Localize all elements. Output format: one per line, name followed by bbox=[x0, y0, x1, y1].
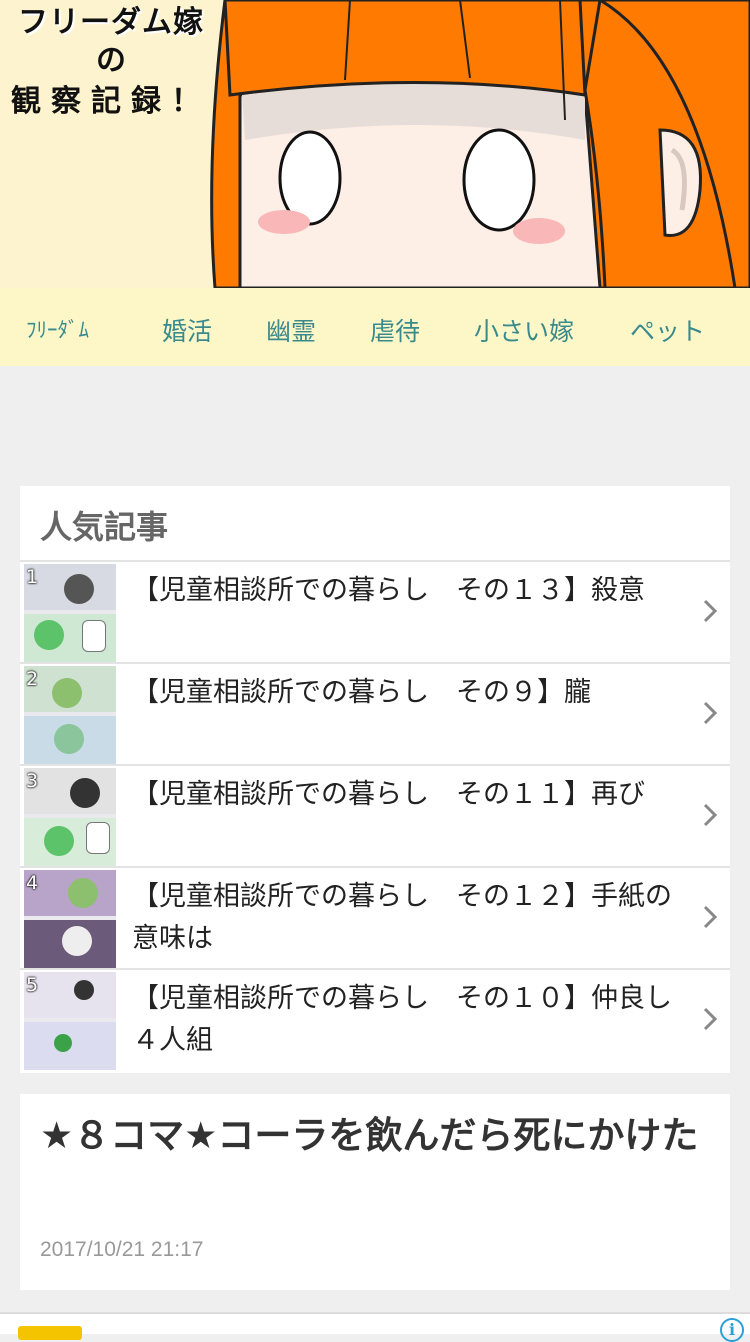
ranking-item-3[interactable]: 3 【児童相談所での暮らし その１１】再び bbox=[20, 766, 730, 868]
nav-item-gyakutai[interactable]: 虐待 bbox=[370, 312, 420, 348]
article-date: 2017/10/21 21:17 bbox=[40, 1238, 204, 1261]
ad-badge bbox=[18, 1326, 82, 1340]
ranking-item-4[interactable]: 4 【児童相談所での暮らし その１２】手紙の意味は bbox=[20, 868, 730, 970]
site-logo[interactable]: フリーダム嫁 の 観察記録！ bbox=[6, 4, 216, 124]
chevron-right-icon bbox=[703, 701, 718, 725]
ad-banner[interactable]: i bbox=[0, 1312, 750, 1342]
article-title[interactable]: ★８コマ★コーラを飲んだら死にかけた bbox=[40, 1112, 710, 1160]
nav-item-freedom[interactable]: ﾌﾘｰﾀﾞﾑ bbox=[26, 314, 89, 344]
header-banner[interactable]: フリーダム嫁 の 観察記録！ bbox=[0, 0, 750, 288]
ranking-item-2[interactable]: 2 【児童相談所での暮らし その９】朧 bbox=[20, 664, 730, 766]
ranking-item-title: 【児童相談所での暮らし その１３】殺意 bbox=[132, 575, 645, 606]
nav-item-chiisai-yome[interactable]: 小さい嫁 bbox=[474, 312, 574, 348]
ranking-item-5[interactable]: 5 【児童相談所での暮らし その１０】仲良し４人組 bbox=[20, 970, 730, 1072]
popular-articles-heading: 人気記事 bbox=[20, 486, 730, 562]
chevron-right-icon bbox=[703, 803, 718, 827]
rank-number: 1 bbox=[26, 566, 39, 588]
ranking-item-title: 【児童相談所での暮らし その１０】仲良し４人組 bbox=[132, 983, 672, 1056]
ranking-item-title: 【児童相談所での暮らし その９】朧 bbox=[132, 677, 591, 708]
chevron-right-icon bbox=[703, 1007, 718, 1031]
logo-line-3: 観察記録！ bbox=[11, 84, 211, 119]
article-card[interactable]: ★８コマ★コーラを飲んだら死にかけた 2017/10/21 21:17 bbox=[20, 1094, 730, 1290]
rank-number: 4 bbox=[26, 872, 39, 894]
nav-item-pet[interactable]: ペット bbox=[630, 312, 705, 348]
rank-number: 3 bbox=[26, 770, 39, 792]
logo-line-2: の bbox=[96, 43, 126, 78]
logo-line-1: フリーダム嫁 bbox=[18, 5, 204, 40]
rank-number: 2 bbox=[26, 668, 39, 690]
chevron-right-icon bbox=[703, 599, 718, 623]
popular-articles-card: 人気記事 1 【児童相談所での暮らし その１３】殺意 2 【児童相談所での暮らし… bbox=[20, 486, 730, 1073]
ranking-item-title: 【児童相談所での暮らし その１１】再び bbox=[132, 779, 645, 810]
nav-item-yurei[interactable]: 幽霊 bbox=[266, 312, 316, 348]
info-icon[interactable]: i bbox=[720, 1318, 744, 1342]
category-nav: ﾌﾘｰﾀﾞﾑ 婚活 幽霊 虐待 小さい嫁 ペット bbox=[0, 288, 750, 366]
ranking-item-title: 【児童相談所での暮らし その１２】手紙の意味は bbox=[132, 881, 672, 954]
rank-number: 5 bbox=[26, 974, 39, 996]
nav-item-konkatsu[interactable]: 婚活 bbox=[162, 312, 212, 348]
ranking-item-1[interactable]: 1 【児童相談所での暮らし その１３】殺意 bbox=[20, 562, 730, 664]
chevron-right-icon bbox=[703, 905, 718, 929]
